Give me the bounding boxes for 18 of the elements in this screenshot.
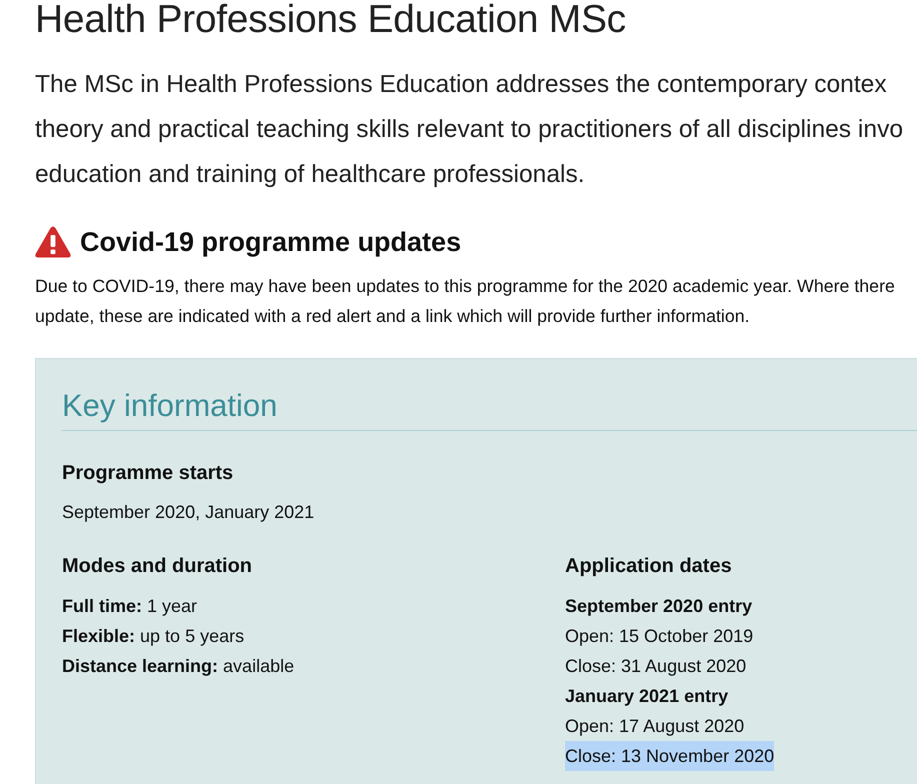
warning-icon bbox=[35, 226, 71, 258]
date-line: Close: 31 August 2020 bbox=[565, 655, 746, 678]
notice-paragraph: Due to COVID-19, there may have been updates to this programme for the 2020 academic year. Where there update, these are indicated with a red alert and a link which will provide further information. bbox=[35, 275, 895, 328]
intro-paragraph: The MSc in Health Professions Education addresses the contemporary contex theory and practical teaching skills relevant to practitioners of all disciplines invo education and training of healthcare professionals. bbox=[35, 70, 904, 190]
section-heading: Modes and duration bbox=[62, 554, 252, 579]
entry-heading: September 2020 entry bbox=[565, 595, 752, 618]
key-info-heading: Key information bbox=[62, 387, 278, 425]
entry-heading: January 2021 entry bbox=[565, 685, 728, 708]
page-title: Health Professions Education MSc bbox=[35, 0, 626, 40]
study-mode-line: Distance learning: available bbox=[62, 655, 294, 678]
study-mode-line: Flexible: up to 5 years bbox=[62, 625, 244, 648]
date-line: Open: 15 October 2019 bbox=[565, 625, 754, 648]
date-line: Open: 17 August 2020 bbox=[565, 715, 744, 738]
section-heading: Programme starts bbox=[62, 461, 234, 486]
start-dates-text: September 2020, January 2021 bbox=[62, 501, 314, 524]
section-heading: Application dates bbox=[565, 554, 732, 579]
study-mode-line: Full time: 1 year bbox=[62, 595, 198, 618]
notice-heading: Covid-19 programme updates bbox=[80, 226, 462, 259]
